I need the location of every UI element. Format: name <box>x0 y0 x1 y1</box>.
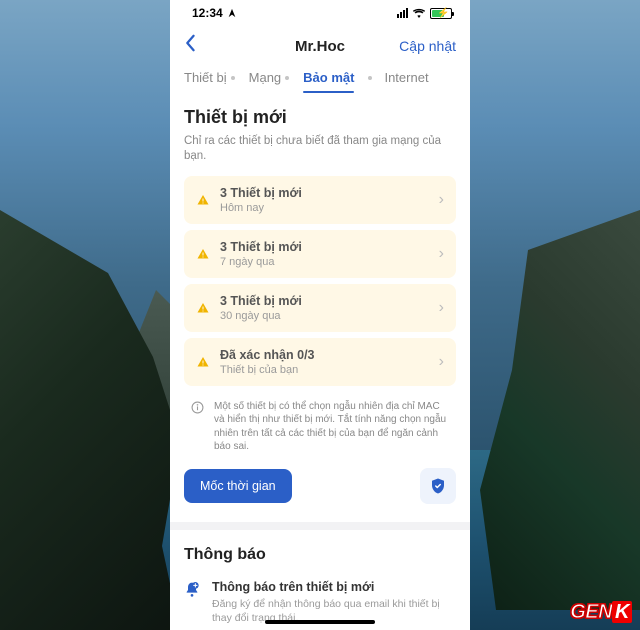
alert-title: Đã xác nhận 0/3 <box>220 348 429 362</box>
tab-devices[interactable]: Thiết bị <box>184 70 235 93</box>
alert-sub: 7 ngày qua <box>220 256 429 268</box>
shield-button[interactable] <box>420 468 456 504</box>
alert-row[interactable]: 3 Thiết bị mới 30 ngày qua › <box>184 284 456 332</box>
alert-sub: 30 ngày qua <box>220 310 429 322</box>
timeline-button[interactable]: Mốc thời gian <box>184 469 292 503</box>
tab-internet[interactable]: Internet <box>368 70 428 93</box>
alert-row[interactable]: 3 Thiết bị mới Hôm nay › <box>184 176 456 224</box>
section-desc: Chỉ ra các thiết bị chưa biết đã tham gi… <box>184 134 456 164</box>
chevron-right-icon: › <box>439 299 444 317</box>
alert-sub: Thiết bị của bạn <box>220 364 429 376</box>
shield-check-icon <box>429 477 447 495</box>
alert-title: 3 Thiết bị mới <box>220 186 429 200</box>
genk-logo: GENK <box>570 601 632 624</box>
alert-row[interactable]: 3 Thiết bị mới 7 ngày qua › <box>184 230 456 278</box>
home-indicator[interactable] <box>265 620 375 624</box>
content-scroll[interactable]: Thiết bị mới Chỉ ra các thiết bị chưa bi… <box>170 93 470 630</box>
section-title: Thiết bị mới <box>184 107 456 128</box>
warning-icon <box>197 302 209 314</box>
location-icon <box>227 8 237 18</box>
tab-network[interactable]: Mạng <box>249 70 290 93</box>
tab-security[interactable]: Bảo mật <box>303 70 354 93</box>
warning-icon <box>197 248 209 260</box>
warning-icon <box>197 356 209 368</box>
wifi-icon <box>412 8 426 18</box>
info-text: Một số thiết bị có thể chọn ngẫu nhiên đ… <box>214 400 450 454</box>
chevron-right-icon: › <box>439 191 444 209</box>
info-icon <box>190 401 204 414</box>
back-button[interactable] <box>184 34 196 58</box>
signal-icon <box>397 8 408 18</box>
alert-title: 3 Thiết bị mới <box>220 240 429 254</box>
battery-icon: ⚡ <box>430 8 452 19</box>
alert-row[interactable]: Đã xác nhận 0/3 Thiết bị của bạn › <box>184 338 456 386</box>
chevron-right-icon: › <box>439 353 444 371</box>
status-bar: 12:34 ⚡ <box>170 0 470 26</box>
alert-sub: Hôm nay <box>220 202 429 214</box>
info-note: Một số thiết bị có thể chọn ngẫu nhiên đ… <box>184 392 456 468</box>
status-time: 12:34 <box>192 6 223 20</box>
warning-icon <box>197 194 209 206</box>
notifications-heading: Thông báo <box>184 546 456 564</box>
nav-bar: Mr.Hoc Cập nhật <box>170 26 470 66</box>
phone-frame: 12:34 ⚡ Mr.Hoc Cập nhật Thiết bị Mạng Bả… <box>170 0 470 630</box>
bell-plus-icon <box>184 581 202 604</box>
update-button[interactable]: Cập nhật <box>399 38 456 54</box>
chevron-right-icon: › <box>439 245 444 263</box>
alert-title: 3 Thiết bị mới <box>220 294 429 308</box>
notification-title: Thông báo trên thiết bị mới <box>212 580 456 594</box>
tab-strip: Thiết bị Mạng Bảo mật Internet <box>170 66 470 93</box>
